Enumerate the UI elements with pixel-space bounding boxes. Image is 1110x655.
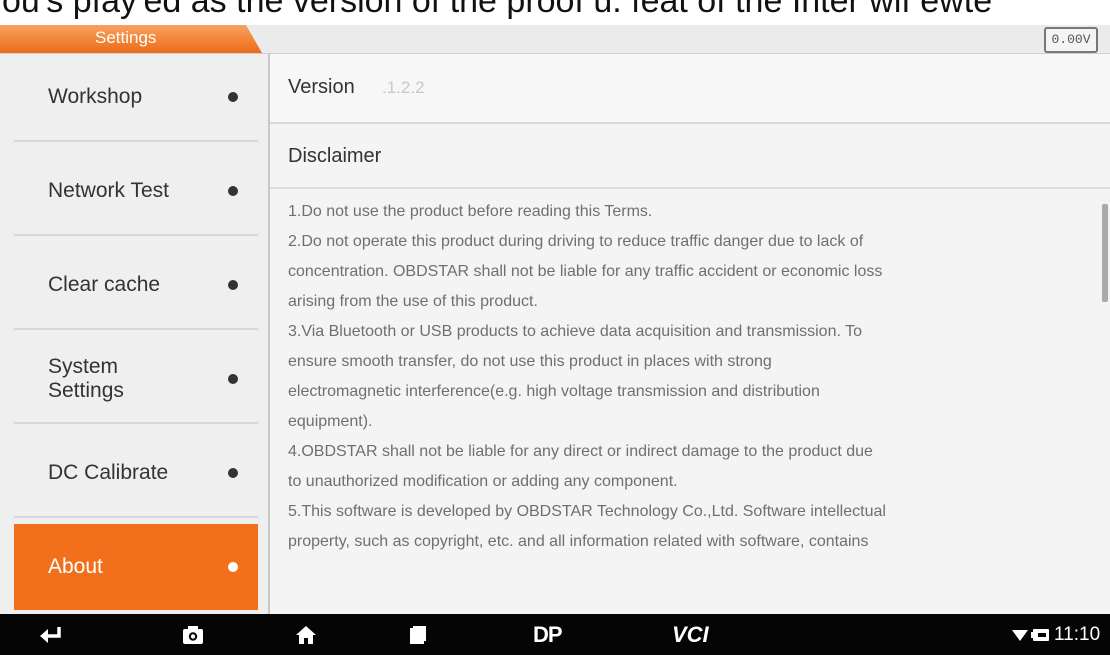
system-navigation-bar: DP VCI 11:10 <box>0 614 1110 655</box>
disclaimer-title: Disclaimer <box>288 145 382 167</box>
disclaimer-text[interactable]: 1.Do not use the product before reading … <box>270 189 1102 614</box>
disclaimer-line: property, such as copyright, etc. and al… <box>288 533 869 550</box>
disclaimer-line: 1.Do not use the product before reading … <box>288 203 653 220</box>
sidebar-item-dot <box>228 562 238 572</box>
disclaimer-line: 5.This software is developed by OBDSTAR … <box>288 503 886 520</box>
sidebar-item-about[interactable]: About <box>14 524 258 610</box>
disclaimer-line: ensure smooth transfer, do not use this … <box>288 353 772 370</box>
status-clock: 11:10 <box>1054 624 1101 645</box>
voltage-indicator: 0.00V <box>1044 27 1098 53</box>
disclaimer-line: 3.Via Bluetooth or USB products to achie… <box>288 323 862 340</box>
sidebar-item-clear-cache[interactable]: Clear cache <box>14 242 258 330</box>
sidebar-item-dc-calibrate[interactable]: DC Calibrate <box>14 430 258 518</box>
sidebar-item-dot <box>228 186 238 196</box>
disclaimer-scrollbar[interactable] <box>1102 204 1108 302</box>
disclaimer-line: 4.OBDSTAR shall not be liable for any di… <box>288 443 873 460</box>
sidebar-item-dot <box>228 92 238 102</box>
sidebar-item-label: DC Calibrate <box>48 461 169 484</box>
version-value: .1.2.2 <box>382 78 425 97</box>
recent-apps-button[interactable] <box>398 614 438 655</box>
disclaimer-line: electromagnetic interference(e.g. high v… <box>288 383 820 400</box>
sidebar-item-dot <box>228 374 238 384</box>
sidebar-item-label: Network Test <box>48 179 169 202</box>
version-label: Version <box>288 76 355 98</box>
sidebar-item-dot <box>228 468 238 478</box>
back-icon <box>40 626 61 643</box>
disclaimer-line: arising from the use of this product. <box>288 293 538 310</box>
sidebar-item-network-test[interactable]: Network Test <box>14 148 258 236</box>
vci-button[interactable]: VCI <box>672 622 709 648</box>
sidebar-item-workshop[interactable]: Workshop <box>14 54 258 142</box>
settings-tab-label: Settings <box>95 28 157 47</box>
dp-button[interactable]: DP <box>533 622 563 648</box>
home-button[interactable] <box>286 614 326 655</box>
screenshot-button[interactable] <box>173 614 213 655</box>
wifi-status <box>1010 614 1030 655</box>
about-panel: Version .1.2.2 Disclaimer 1.Do not use t… <box>270 54 1110 614</box>
version-row: Version .1.2.2 <box>270 54 1110 124</box>
camera-icon <box>183 625 203 644</box>
wifi-icon <box>1012 629 1028 641</box>
recent-apps-icon <box>410 625 426 644</box>
disclaimer-line: concentration. OBDSTAR shall not be liab… <box>288 263 883 280</box>
caption-text-fragment: ou's pfay'ed as the version of the proof… <box>0 0 1110 25</box>
back-button[interactable] <box>30 614 70 655</box>
sidebar-item-dot <box>228 280 238 290</box>
disclaimer-header: Disclaimer <box>270 129 1110 189</box>
settings-sidebar: Workshop Network Test Clear cache System… <box>0 54 270 614</box>
settings-tab[interactable]: Settings <box>0 25 262 53</box>
battery-icon <box>1031 628 1049 641</box>
disclaimer-line: 2.Do not operate this product during dri… <box>288 233 864 250</box>
sidebar-item-label: Clear cache <box>48 273 161 296</box>
home-icon <box>296 625 316 644</box>
sidebar-item-label: Workshop <box>48 85 143 108</box>
battery-status <box>1030 614 1052 655</box>
sidebar-item-system-settings[interactable]: System Settings <box>14 336 258 424</box>
top-bar: Settings 0.00V <box>0 25 1110 54</box>
sidebar-item-label: About <box>48 555 103 578</box>
disclaimer-line: equipment). <box>288 413 373 430</box>
disclaimer-line: to unauthorized modification or adding a… <box>288 473 678 490</box>
sidebar-item-label: System Settings <box>48 355 124 402</box>
